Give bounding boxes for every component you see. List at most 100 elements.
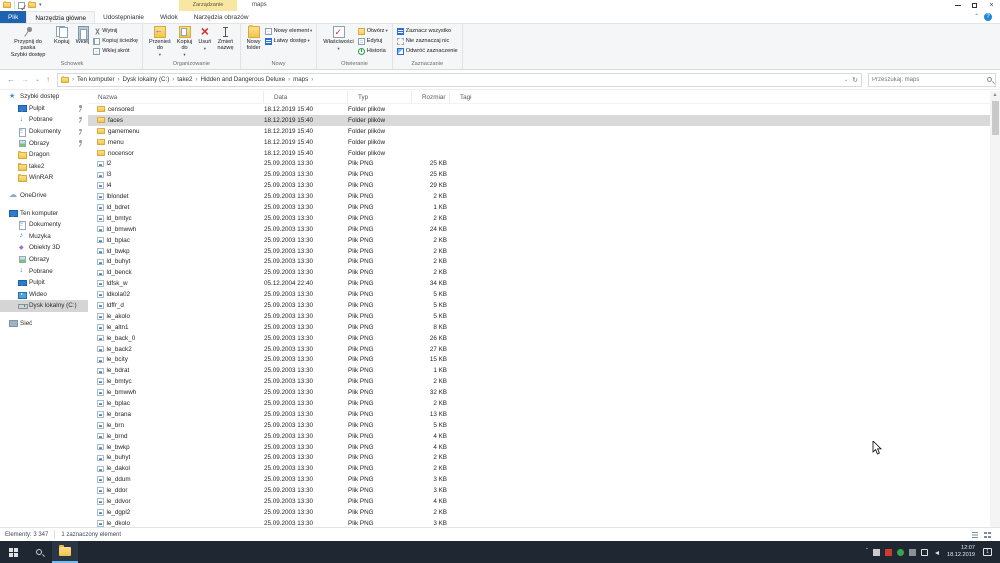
file-row-le-ddor[interactable]: le_ddor25.09.2003 13:30Plik PNG3 KB: [88, 485, 990, 496]
close-button[interactable]: ×: [983, 0, 1000, 11]
sidebar-item-muzyka[interactable]: Muzyka: [0, 231, 88, 243]
file-row-le-dkolo[interactable]: le_dkolo25.09.2003 13:30Plik PNG3 KB: [88, 518, 990, 527]
column-header-data[interactable]: Data: [264, 91, 348, 103]
tab-narzędzia-główne[interactable]: Narzędzia główne: [26, 11, 95, 23]
file-row-lblondet[interactable]: lblondet25.09.2003 13:30Plik PNG2 KB: [88, 191, 990, 202]
file-row-l3[interactable]: l325.09.2003 13:30Plik PNG25 KB: [88, 169, 990, 180]
sidebar-item-dokumenty[interactable]: Dokumenty: [0, 219, 88, 231]
file-row-ld-bdret[interactable]: ld_bdret25.09.2003 13:30Plik PNG1 KB: [88, 202, 990, 213]
qat-customize-chevron-icon[interactable]: ▾: [39, 2, 42, 8]
file-row-le-dakol[interactable]: le_dakol25.09.2003 13:30Plik PNG2 KB: [88, 463, 990, 474]
taskbar-clock[interactable]: 12:07 18.12.2019: [944, 545, 978, 559]
sidebar-item-wideo[interactable]: Wideo: [0, 289, 88, 301]
file-row-le-brn[interactable]: le_brn25.09.2003 13:30Plik PNG5 KB: [88, 420, 990, 431]
column-header-rozmiar[interactable]: Rozmiar: [412, 91, 450, 103]
qat-new-folder-icon[interactable]: [28, 2, 36, 8]
column-header-tagi[interactable]: Tagi: [450, 91, 494, 103]
sidebar-item-ten-komputer[interactable]: Ten komputer: [0, 207, 88, 219]
sidebar-item-dysk-lokalny-c[interactable]: Dysk lokalny (C:): [0, 300, 88, 312]
button-nie-zaznaczaj-nic[interactable]: Nie zaznaczaj nic: [397, 37, 458, 46]
volume-icon[interactable]: [933, 551, 939, 555]
button-przypnij-do-paska-szybki-dostęp[interactable]: Przypnij do paska Szybki dostęp: [5, 25, 51, 59]
breadcrumb-segment-dysk-lokalny-c[interactable]: Dysk lokalny (C:): [121, 76, 172, 83]
sidebar-item-winrar[interactable]: WinRAR: [0, 172, 88, 184]
up-icon[interactable]: ↑: [43, 75, 53, 84]
file-row-gamemenu[interactable]: gamemenu18.12.2019 15:40Folder plików: [88, 126, 990, 137]
button-historia[interactable]: Historia: [358, 47, 388, 56]
file-row-le-buhyt[interactable]: le_buhyt25.09.2003 13:30Plik PNG2 KB: [88, 453, 990, 464]
sidebar-item-pobrane[interactable]: Pobrane: [0, 114, 88, 126]
button-otwórz[interactable]: Otwórz▾: [358, 27, 388, 36]
file-row-ldkola02[interactable]: ldkola0225.09.2003 13:30Plik PNG5 KB: [88, 289, 990, 300]
thumbnails-view-icon[interactable]: [983, 531, 991, 539]
file-row-le-ddvor[interactable]: le_ddvor25.09.2003 13:30Plik PNG4 KB: [88, 496, 990, 507]
file-row-ld-bwkp[interactable]: ld_bwkp25.09.2003 13:30Plik PNG2 KB: [88, 246, 990, 257]
file-row-le-bcity[interactable]: le_bcity25.09.2003 13:30Plik PNG15 KB: [88, 354, 990, 365]
recent-locations-chevron-icon[interactable]: ⌄: [32, 76, 43, 83]
tab-plik[interactable]: Plik: [0, 11, 26, 23]
search-box[interactable]: [868, 73, 996, 87]
button-nowy-element[interactable]: Nowy element▾: [265, 27, 313, 36]
file-row-ld-bmwwh[interactable]: ld_bmwwh25.09.2003 13:30Plik PNG24 KB: [88, 224, 990, 235]
button-kopiuj-ścieżkę[interactable]: Kopiuj ścieżkę: [93, 37, 138, 46]
tab-narzędzia-obrazów[interactable]: Narzędzia obrazów: [186, 11, 257, 23]
tab-udostępnianie[interactable]: Udostępnianie: [95, 11, 152, 23]
shield-red-icon[interactable]: [885, 549, 892, 556]
file-row-le-brana[interactable]: le_brana25.09.2003 13:30Plik PNG13 KB: [88, 409, 990, 420]
file-row-le-bmtyc[interactable]: le_bmtyc25.09.2003 13:30Plik PNG2 KB: [88, 376, 990, 387]
minimize-button[interactable]: [949, 0, 966, 11]
file-row-ld-bmtyc[interactable]: ld_bmtyc25.09.2003 13:30Plik PNG2 KB: [88, 213, 990, 224]
button-zmień-nazwę[interactable]: Zmień nazwę: [214, 25, 236, 53]
button-łatwy-dostęp[interactable]: Łatwy dostęp▾: [265, 37, 313, 46]
forward-icon[interactable]: →: [18, 75, 32, 84]
sidebar-item-dragon[interactable]: Dragon: [0, 149, 88, 161]
sidebar-item-sieć[interactable]: Sieć: [0, 318, 88, 330]
breadcrumb-segment-hidden-and-dangerous-deluxe[interactable]: Hidden and Dangerous Deluxe: [198, 76, 287, 83]
file-row-le-dgpl2[interactable]: le_dgpl225.09.2003 13:30Plik PNG2 KB: [88, 507, 990, 518]
status-green-icon[interactable]: [897, 549, 904, 556]
qat-properties-icon[interactable]: [18, 2, 25, 9]
breadcrumb-segment-ten-komputer[interactable]: Ten komputer: [75, 76, 117, 83]
collapse-ribbon-icon[interactable]: ˆ: [975, 13, 978, 22]
button-wklej[interactable]: Wklej: [73, 25, 93, 46]
sidebar-item-obrazy[interactable]: Obrazy: [0, 254, 88, 266]
column-header-typ[interactable]: Typ: [348, 91, 412, 103]
sidebar-item-szybki-dostęp[interactable]: Szybki dostęp: [0, 91, 88, 103]
sidebar-item-dokumenty[interactable]: Dokumenty: [0, 126, 88, 138]
button-usuń[interactable]: Usuń▾: [195, 25, 214, 52]
app-window-icon[interactable]: [873, 549, 880, 556]
action-center-icon[interactable]: 1: [983, 548, 992, 556]
file-row-le-bmwwh[interactable]: le_bmwwh25.09.2003 13:30Plik PNG32 KB: [88, 387, 990, 398]
sidebar-item-obiekty-3d[interactable]: Obiekty 3D: [0, 242, 88, 254]
file-row-le-bwkp[interactable]: le_bwkp25.09.2003 13:30Plik PNG4 KB: [88, 442, 990, 453]
button-edytuj[interactable]: Edytuj: [358, 37, 388, 46]
start-button[interactable]: [0, 541, 26, 563]
file-row-le-altn1[interactable]: le_altn125.09.2003 13:30Plik PNG8 KB: [88, 322, 990, 333]
hidden-icons-chevron-icon[interactable]: ˆ: [866, 549, 868, 555]
file-row-ld-benck[interactable]: ld_benck25.09.2003 13:30Plik PNG2 KB: [88, 267, 990, 278]
taskbar-search-button[interactable]: [26, 541, 52, 563]
chat-icon[interactable]: [921, 549, 928, 556]
graphics-gray-icon[interactable]: [909, 549, 916, 556]
file-row-nocensor[interactable]: nocensor18.12.2019 15:40Folder plików: [88, 148, 990, 159]
button-właściwości[interactable]: Właściwości▾: [320, 25, 356, 52]
file-row-ldffr-d[interactable]: ldffr_d25.09.2003 13:30Plik PNG5 KB: [88, 300, 990, 311]
button-przenieś-do[interactable]: Przenieś do▾: [146, 25, 174, 59]
button-kopiuj-do[interactable]: Kopiuj do▾: [174, 25, 196, 59]
breadcrumb-segment-take2[interactable]: take2: [175, 76, 194, 83]
sidebar-item-take2[interactable]: take2: [0, 161, 88, 173]
file-row-l2[interactable]: l225.09.2003 13:30Plik PNG25 KB: [88, 158, 990, 169]
restore-button[interactable]: [966, 0, 983, 11]
file-row-le-back2[interactable]: le_back225.09.2003 13:30Plik PNG27 KB: [88, 344, 990, 355]
search-input[interactable]: [872, 77, 987, 83]
taskbar-explorer-button[interactable]: [52, 541, 78, 563]
file-row-censored[interactable]: censored18.12.2019 15:40Folder plików: [88, 104, 990, 115]
tab-widok[interactable]: Widok: [152, 11, 186, 23]
file-row-le-ddum[interactable]: le_ddum25.09.2003 13:30Plik PNG3 KB: [88, 474, 990, 485]
button-zaznacz-wszystko[interactable]: Zaznacz wszystko: [397, 27, 458, 36]
breadcrumb-segment-maps[interactable]: maps: [291, 76, 310, 83]
address-dropdown-icon[interactable]: ⌄: [844, 77, 848, 83]
file-row-ld-bplac[interactable]: ld_bplac25.09.2003 13:30Plik PNG2 KB: [88, 235, 990, 246]
file-row-le-akolo[interactable]: le_akolo25.09.2003 13:30Plik PNG5 KB: [88, 311, 990, 322]
address-bar[interactable]: › Ten komputer›Dysk lokalny (C:)›take2›H…: [57, 73, 862, 87]
